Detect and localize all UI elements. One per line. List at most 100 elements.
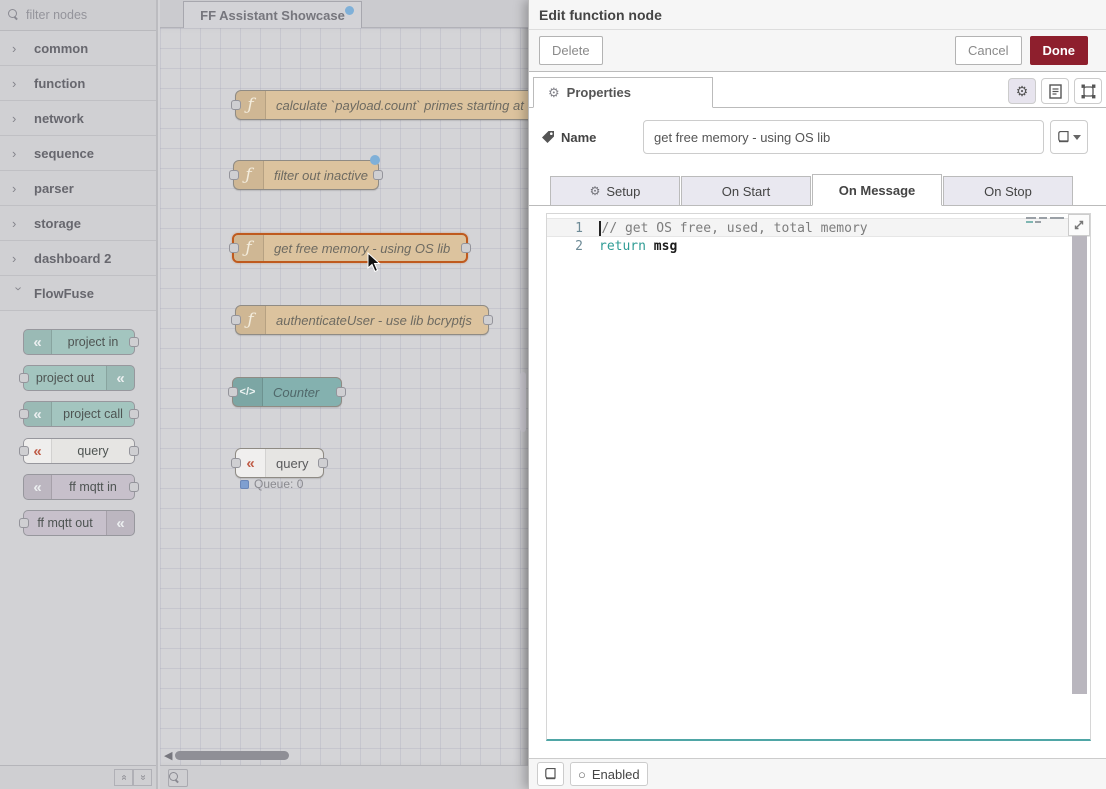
palette-search-input[interactable] <box>26 8 136 22</box>
palette-category-parser[interactable]: › parser <box>0 171 156 206</box>
chevron-right-icon: › <box>12 41 26 56</box>
delete-button[interactable]: Delete <box>539 36 603 65</box>
palette-sidebar: › common › function › network › sequence… <box>0 0 158 789</box>
palette-category-common[interactable]: › common <box>0 31 156 66</box>
scroll-left-icon[interactable]: ◀ <box>164 749 172 762</box>
palette-node-label: ff mqtt out <box>24 516 106 530</box>
output-port[interactable] <box>336 387 346 397</box>
chevron-right-icon: › <box>12 181 26 196</box>
node-query[interactable]: « query <box>235 448 324 478</box>
code-line-2[interactable]: 2 return msg <box>547 237 1090 256</box>
palette-category-function[interactable]: › function <box>0 66 156 101</box>
tab-label: Setup <box>606 184 640 199</box>
expand-all-button[interactable]: » <box>133 769 152 786</box>
document-icon <box>1049 84 1062 99</box>
palette-category-storage[interactable]: › storage <box>0 206 156 241</box>
node-label: query <box>266 456 323 471</box>
code-variable: msg <box>646 239 677 254</box>
palette-node-project-out[interactable]: project out « <box>23 365 135 391</box>
output-port[interactable] <box>129 409 139 419</box>
palette-category-network[interactable]: › network <box>0 101 156 136</box>
appearance-icon <box>1081 84 1096 99</box>
output-port[interactable] <box>129 446 139 456</box>
output-port[interactable] <box>129 482 139 492</box>
library-footer-button[interactable] <box>537 762 564 786</box>
node-filter-out-inactive[interactable]: ƒ filter out inactive <box>233 160 379 190</box>
modified-dot-icon <box>370 155 380 165</box>
horizontal-scroll-thumb[interactable] <box>175 751 289 760</box>
palette-category-flowfuse[interactable]: › FlowFuse <box>0 276 156 311</box>
minimap-scrollbar[interactable] <box>1072 216 1087 694</box>
node-counter[interactable]: </> Counter <box>232 377 342 407</box>
palette-search <box>0 0 156 31</box>
tab-on-stop[interactable]: On Stop <box>943 176 1073 206</box>
tab-properties[interactable]: ⚙ Properties <box>533 77 713 108</box>
enabled-toggle-button[interactable]: ○ Enabled <box>570 762 648 786</box>
tray-title: Edit function node <box>539 7 662 23</box>
minimap <box>1026 216 1068 224</box>
node-query-status: Queue: 0 <box>240 477 303 491</box>
node-appearance-button[interactable] <box>1074 78 1102 104</box>
node-settings-button[interactable]: ⚙ <box>1008 78 1036 104</box>
palette-category-dashboard2[interactable]: › dashboard 2 <box>0 241 156 276</box>
flow-canvas[interactable]: ƒ calculate `payload.count` primes start… <box>160 28 528 765</box>
category-label: parser <box>34 181 74 196</box>
input-port[interactable] <box>231 315 241 325</box>
input-port[interactable] <box>19 373 29 383</box>
chevron-right-icon: › <box>12 216 26 231</box>
input-port[interactable] <box>19 409 29 419</box>
input-port[interactable] <box>19 518 29 528</box>
tray-icon-buttons: ⚙ <box>1008 78 1102 104</box>
vertical-scroll-thumb[interactable] <box>520 372 526 432</box>
workspace-footer <box>160 765 528 789</box>
output-port[interactable] <box>129 337 139 347</box>
palette-node-query[interactable]: « query <box>23 438 135 464</box>
node-label: calculate `payload.count` primes startin… <box>266 98 528 113</box>
input-port[interactable] <box>229 243 239 253</box>
expand-editor-button[interactable] <box>1068 214 1090 236</box>
node-calculate-primes[interactable]: ƒ calculate `payload.count` primes start… <box>235 90 528 120</box>
input-port[interactable] <box>231 100 241 110</box>
input-port[interactable] <box>19 446 29 456</box>
palette-footer: » » <box>0 765 156 789</box>
collapse-all-button[interactable]: » <box>114 769 133 786</box>
palette-node-ff-mqtt-out[interactable]: ff mqtt out « <box>23 510 135 536</box>
tab-setup[interactable]: ⚙ Setup <box>550 176 680 206</box>
enabled-circle-icon: ○ <box>578 767 586 782</box>
node-authenticate-user[interactable]: ƒ authenticateUser - use lib bcryptjs <box>235 305 489 335</box>
output-port[interactable] <box>461 243 471 253</box>
done-button[interactable]: Done <box>1030 36 1089 65</box>
tab-label: On Stop <box>984 184 1032 199</box>
palette-node-project-call[interactable]: « project call <box>23 401 135 427</box>
flowfuse-logo-icon: « <box>106 511 134 535</box>
node-get-free-memory[interactable]: ƒ get free memory - using OS lib <box>232 233 468 263</box>
palette-node-project-in[interactable]: « project in <box>23 329 135 355</box>
flow-tab-bar: FF Assistant Showcase <box>160 0 528 28</box>
node-description-button[interactable] <box>1041 78 1069 104</box>
palette-category-sequence[interactable]: › sequence <box>0 136 156 171</box>
code-comment: // get OS free, used, total memory <box>602 221 868 236</box>
tab-on-message[interactable]: On Message <box>812 174 942 206</box>
palette-node-ff-mqtt-in[interactable]: « ff mqtt in <box>23 474 135 500</box>
output-port[interactable] <box>373 170 383 180</box>
modified-dot-icon <box>345 6 354 15</box>
library-button[interactable] <box>1050 120 1088 154</box>
input-port[interactable] <box>231 458 241 468</box>
output-port[interactable] <box>318 458 328 468</box>
input-port[interactable] <box>228 387 238 397</box>
search-icon <box>8 9 20 21</box>
output-port[interactable] <box>483 315 493 325</box>
name-input[interactable] <box>643 120 1044 154</box>
search-flows-button[interactable] <box>168 769 188 787</box>
horizontal-scrollbar[interactable]: ◀ <box>164 749 289 762</box>
node-label: filter out inactive <box>264 168 378 183</box>
code-editor[interactable]: 1 // get OS free, used, total memory 2 r… <box>546 213 1091 741</box>
chevron-right-icon: › <box>12 251 26 266</box>
cancel-button[interactable]: Cancel <box>955 36 1021 65</box>
search-icon <box>169 772 181 784</box>
code-line-1[interactable]: 1 // get OS free, used, total memory <box>547 218 1090 237</box>
tray-toolbar: Delete Cancel Done <box>529 30 1106 72</box>
input-port[interactable] <box>229 170 239 180</box>
flow-tab[interactable]: FF Assistant Showcase <box>183 1 362 28</box>
tab-on-start[interactable]: On Start <box>681 176 811 206</box>
